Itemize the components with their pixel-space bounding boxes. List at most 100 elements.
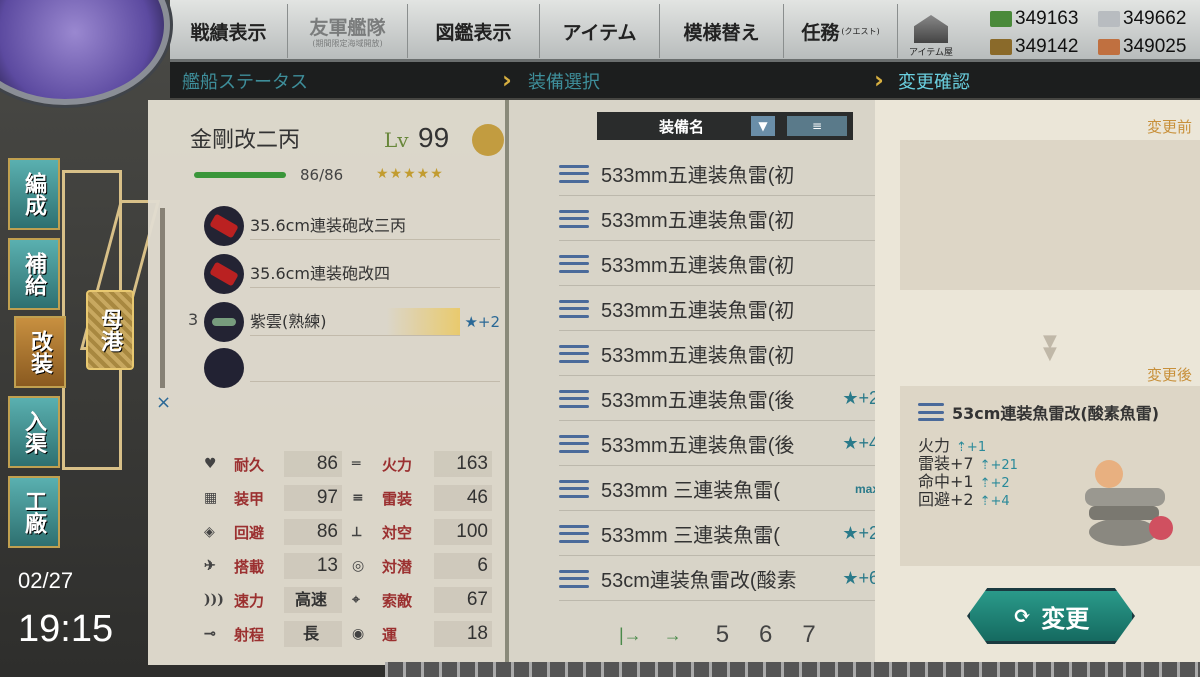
prev-page-icon[interactable]: → <box>664 625 682 646</box>
torpedo-icon <box>559 164 589 183</box>
stat-range-value: 長 <box>284 621 342 647</box>
stat-capacity-label: ✈ 搭載 <box>204 557 265 576</box>
stat-aa-value: 100 <box>434 519 492 545</box>
list-item[interactable]: 533mm五連装魚雷(後 ★+4 <box>559 422 879 466</box>
list-item[interactable]: 533mm 三連装魚雷( max <box>559 467 879 511</box>
port-logo[interactable]: ✦ <box>0 0 170 105</box>
equip-slot-4[interactable] <box>204 348 500 388</box>
page-number[interactable]: 6 <box>759 621 772 649</box>
torpedo-icon <box>559 524 589 543</box>
equip-name: 533mm五連装魚雷(初 <box>601 255 795 277</box>
gun-icon: ═ <box>352 456 361 472</box>
main-gun-icon <box>204 206 244 246</box>
up-arrow-icon: ⇡+4 <box>979 494 1010 509</box>
list-item[interactable]: 533mm 三連装魚雷( ★+2 <box>559 512 879 556</box>
improvement-level: max <box>854 481 879 496</box>
stat-speed-label: ))) 速力 <box>204 591 265 610</box>
list-item[interactable]: 533mm五連装魚雷(初 <box>559 152 879 196</box>
sidebar-item-remodel[interactable]: 改装 <box>14 316 66 388</box>
stat-asw-value: 6 <box>434 553 492 579</box>
page-number[interactable]: 7 <box>802 621 815 649</box>
equip-name: 533mm 三連装魚雷( <box>601 525 780 547</box>
slot-aircraft-count: 3 <box>188 310 199 329</box>
crumb-equip-select[interactable]: 装備選択 <box>528 68 600 94</box>
ship-level: 99 <box>418 122 450 153</box>
equip-name: 533mm五連装魚雷(後 <box>601 390 795 412</box>
close-icon[interactable]: × <box>156 392 171 413</box>
equip-name: 533mm五連装魚雷(初 <box>601 345 795 367</box>
sidebar-item-repair[interactable]: 入渠 <box>8 396 60 468</box>
stat-hp-value: 86 <box>284 451 342 477</box>
sidebar-item-supply[interactable]: 補給 <box>8 238 60 310</box>
menu-label: 模様替え <box>683 21 760 44</box>
equip-slot-2[interactable]: 35.6cm連装砲改四 <box>204 254 500 294</box>
steel-value: 349662 <box>1123 8 1187 29</box>
stat-firepower-label: ═ 火力 <box>352 455 413 474</box>
equip-name: 533mm 三連装魚雷( <box>601 480 780 502</box>
improvement-level: ★+2 <box>842 523 879 543</box>
menu-encyclopedia-button[interactable]: 図鑑表示 <box>408 4 540 58</box>
menu-quest-button[interactable]: 任務 (クエスト) <box>784 4 898 58</box>
stat-luck-label: ◉ 運 <box>352 625 398 644</box>
evasion-icon: ◈ <box>204 524 215 540</box>
item-shop-button[interactable]: アイテム屋 <box>902 4 960 58</box>
improvement-level: ★+4 <box>842 433 879 453</box>
slot-equip-name: 35.6cm連装砲改三丙 <box>250 212 500 240</box>
port-button[interactable]: 母港 <box>86 290 134 370</box>
shop-icon <box>914 15 948 43</box>
page-number[interactable]: 5 <box>716 621 729 649</box>
menu-friend-fleet-button[interactable]: 友軍艦隊 (期間限定海域開放) <box>288 4 408 58</box>
torpedo-icon <box>559 209 589 228</box>
steel-counter: 349662 <box>1098 8 1186 30</box>
torpedo-icon <box>559 434 589 453</box>
torpedo-icon <box>559 254 589 273</box>
ammo-icon <box>990 39 1012 55</box>
list-item[interactable]: 533mm五連装魚雷(後 ★+2 <box>559 377 879 421</box>
sidebar-item-organize[interactable]: 編成 <box>8 158 60 230</box>
list-item[interactable]: 53cm連装魚雷改(酸素 ★+6 <box>559 557 879 601</box>
hp-bar <box>194 172 286 178</box>
menu-items-button[interactable]: アイテム <box>540 4 660 58</box>
equip-slot-3[interactable]: 紫雲(熟練) ★+2 <box>204 302 500 342</box>
menu-record-button[interactable]: 戦績表示 <box>170 4 288 58</box>
list-item[interactable]: 533mm五連装魚雷(初 <box>559 197 879 241</box>
stat-armor-label: ▦ 装甲 <box>204 489 265 508</box>
list-view-icon[interactable]: ≡ <box>787 116 847 136</box>
main-gun-icon <box>204 254 244 294</box>
stat-range-label: ⊸ 射程 <box>204 625 265 644</box>
equip-slot-1[interactable]: 35.6cm連装砲改三丙 <box>204 206 500 246</box>
ammo-counter: 349142 <box>990 36 1078 58</box>
speed-icon: ))) <box>204 592 224 608</box>
slot-equip-name <box>250 354 500 382</box>
depth-charge-icon: ◎ <box>352 558 365 574</box>
equip-name: 533mm五連装魚雷(初 <box>601 210 795 232</box>
stat-aa-label: ⟂ 対空 <box>352 523 413 542</box>
sidebar-item-arsenal[interactable]: 工廠 <box>8 476 60 548</box>
stat-los-label: ⌖ 索敵 <box>352 591 413 610</box>
equip-name: 533mm五連装魚雷(初 <box>601 300 795 322</box>
slot-scrollbar[interactable] <box>160 208 165 388</box>
refresh-icon: ⟳ <box>1012 603 1032 629</box>
stat-hp-label: ♥ 耐久 <box>204 455 265 474</box>
stat-firepower-value: 163 <box>434 451 492 477</box>
time-display: 19:15 <box>18 608 114 650</box>
hp-value: 86/86 <box>300 166 344 184</box>
first-page-icon[interactable]: |→ <box>619 625 642 646</box>
stat-capacity-value: 13 <box>284 553 342 579</box>
equip-name-header: 装備名 <box>659 117 705 136</box>
list-item[interactable]: 533mm五連装魚雷(初 <box>559 242 879 286</box>
slot-equip-name: 紫雲(熟練) <box>250 308 461 336</box>
menu-sublabel: (クエスト) <box>841 26 880 36</box>
list-item[interactable]: 533mm五連装魚雷(初 <box>559 332 879 376</box>
after-stat-evasion: 回避+2 ⇡+4 <box>918 490 1010 509</box>
port-button-label: 母港 <box>97 308 123 352</box>
ammo-value: 349142 <box>1015 36 1079 57</box>
torpedo-icon: ≡ <box>352 490 364 506</box>
armor-icon: ▦ <box>204 490 218 506</box>
sort-dropdown-icon[interactable]: ▼ <box>751 116 775 136</box>
list-item[interactable]: 533mm五連装魚雷(初 <box>559 287 879 331</box>
menu-furniture-button[interactable]: 模様替え <box>660 4 784 58</box>
crumb-ship-status[interactable]: 艦船ステータス <box>182 68 308 94</box>
stat-luck-value: 18 <box>434 621 492 647</box>
change-button[interactable]: ⟳ 変更 <box>967 588 1135 644</box>
